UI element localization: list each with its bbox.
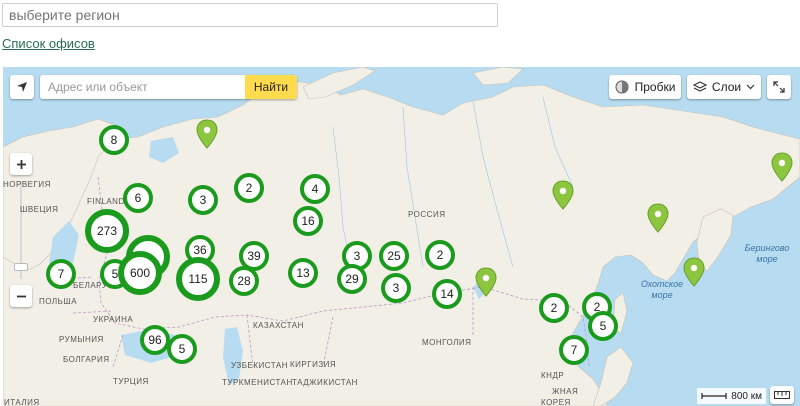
- location-arrow-icon: [17, 82, 27, 92]
- scale-label: 800 км: [731, 390, 762, 402]
- office-cluster[interactable]: 16: [293, 206, 323, 236]
- office-cluster[interactable]: 14: [432, 279, 462, 309]
- minus-icon: [16, 295, 26, 297]
- layers-label: Слои: [711, 80, 742, 94]
- map-search-button[interactable]: Найти: [245, 75, 297, 99]
- office-cluster[interactable]: 7: [559, 335, 589, 365]
- office-pin-icon[interactable]: [682, 257, 706, 287]
- country-label: КАЗАХСТАН: [253, 321, 304, 330]
- country-label: ШВЕЦИЯ: [20, 205, 59, 214]
- office-cluster[interactable]: 5: [588, 311, 618, 341]
- geolocation-button[interactable]: [10, 75, 34, 99]
- country-label: КИРГИЗИЯ: [290, 360, 337, 369]
- country-label: НОРВЕГИЯ: [3, 180, 51, 189]
- country-label: УЗБЕКИСТАН: [231, 361, 288, 370]
- office-cluster[interactable]: 13: [288, 258, 318, 288]
- office-cluster[interactable]: 25: [379, 241, 409, 271]
- zoom-control: [10, 153, 32, 307]
- country-label: БОЛГАРИЯ: [63, 355, 110, 364]
- office-cluster[interactable]: 28: [229, 266, 259, 296]
- zoom-out-button[interactable]: [10, 285, 32, 307]
- country-label: ЖНАЯ: [552, 387, 579, 396]
- country-label: ТУРЦИЯ: [113, 377, 149, 386]
- office-pin-icon[interactable]: [770, 152, 794, 182]
- map-search: Найти: [40, 75, 297, 99]
- zoom-slider[interactable]: [10, 175, 32, 285]
- office-cluster[interactable]: 3: [188, 185, 218, 215]
- office-cluster[interactable]: 4: [300, 174, 330, 204]
- country-label: КОРЕЯ: [541, 398, 571, 406]
- office-cluster[interactable]: 8: [99, 125, 129, 155]
- country-label: ТАДЖИКИСТАН: [292, 378, 358, 387]
- layers-button[interactable]: Слои: [687, 75, 761, 99]
- office-cluster[interactable]: 2: [425, 240, 455, 270]
- office-cluster[interactable]: 7: [46, 259, 76, 289]
- country-label: ТУРКМЕНИСТАН: [222, 378, 293, 387]
- layers-icon: [692, 81, 707, 92]
- ruler-button[interactable]: [770, 386, 794, 404]
- plus-icon: [16, 159, 26, 169]
- map-search-input[interactable]: [40, 75, 245, 99]
- region-select-input[interactable]: [2, 3, 498, 27]
- office-cluster[interactable]: 2: [234, 173, 264, 203]
- ruler-icon: [774, 391, 790, 399]
- office-cluster[interactable]: 96: [140, 325, 170, 355]
- expand-icon: [773, 81, 785, 93]
- office-cluster[interactable]: 115: [176, 257, 220, 301]
- sea-label: Охотское море: [640, 279, 684, 300]
- fullscreen-button[interactable]: [767, 75, 791, 99]
- office-cluster[interactable]: 2: [539, 293, 569, 323]
- traffic-label: Пробки: [634, 80, 676, 94]
- traffic-button[interactable]: Пробки: [609, 75, 681, 99]
- country-label: КНДР: [541, 371, 565, 380]
- country-label: РОССИЯ: [408, 210, 446, 219]
- office-pin-icon[interactable]: [474, 267, 498, 297]
- office-pin-icon[interactable]: [195, 119, 219, 149]
- chevron-down-icon: [746, 84, 755, 90]
- office-cluster[interactable]: 29: [337, 264, 367, 294]
- office-cluster[interactable]: 5: [167, 334, 197, 364]
- map[interactable]: Найти Пробки Слои НОРВ: [3, 67, 800, 406]
- traffic-light-icon: [615, 80, 629, 94]
- zoom-handle[interactable]: [14, 263, 28, 271]
- office-cluster[interactable]: 600: [118, 251, 162, 295]
- scale-bar-icon: [701, 393, 727, 399]
- offices-list-link[interactable]: Список офисов: [2, 36, 95, 51]
- office-pin-icon[interactable]: [646, 203, 670, 233]
- country-label: ИТАЛИЯ: [4, 398, 40, 406]
- japan-landmass: [592, 346, 634, 406]
- zoom-in-button[interactable]: [10, 153, 32, 175]
- severnaya-zemlya: [472, 67, 524, 86]
- office-pin-icon[interactable]: [551, 180, 575, 210]
- country-label: УКРАИНА: [93, 315, 134, 324]
- country-label: МОНГОЛИЯ: [422, 338, 472, 347]
- country-label: РУМЫНИЯ: [59, 335, 104, 344]
- office-cluster[interactable]: 3: [381, 273, 411, 303]
- office-cluster[interactable]: 273: [85, 209, 129, 253]
- office-cluster[interactable]: 6: [123, 183, 153, 213]
- sea-label: Берингово море: [744, 243, 790, 264]
- country-label: FINLAND: [87, 197, 125, 206]
- map-scale: 800 км: [697, 388, 766, 404]
- country-label: ПОЛЬША: [39, 297, 78, 306]
